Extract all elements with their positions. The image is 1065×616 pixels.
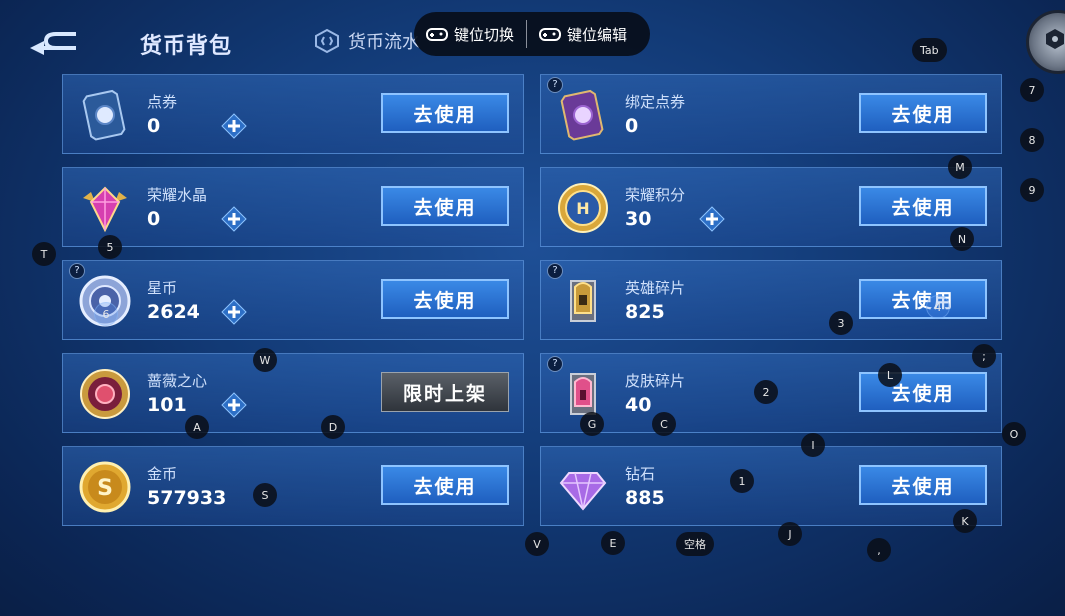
currency-card-bound-ticket: ? 绑定点券 0 去使用	[540, 74, 1002, 154]
currency-amount: 885	[625, 487, 665, 509]
currency-amount: 0	[147, 208, 161, 230]
key-switch-button[interactable]: 键位切换	[414, 24, 526, 45]
plus-icon[interactable]	[221, 113, 247, 139]
plus-icon[interactable]	[221, 206, 247, 232]
currency-amount: 101	[147, 394, 187, 416]
key-hint-space[interactable]: 空格	[676, 532, 714, 556]
currency-amount: 30	[625, 208, 652, 230]
currency-amount: 0	[625, 115, 639, 137]
key-hint-9[interactable]: 9	[1020, 178, 1044, 202]
plus-icon[interactable]	[221, 299, 247, 325]
key-hint-7[interactable]: 7	[1020, 78, 1044, 102]
key-hint-o[interactable]: O	[1002, 422, 1026, 446]
key-hint-w[interactable]: W	[253, 348, 277, 372]
key-hint-n[interactable]: N	[950, 227, 974, 251]
limited-time-button[interactable]: 限时上架	[381, 372, 509, 412]
key-hint-4[interactable]: 4	[926, 295, 950, 319]
currency-name: 钻石	[625, 465, 656, 483]
key-hint-s[interactable]: S	[253, 483, 277, 507]
gold-coin-icon: S	[79, 461, 131, 513]
currency-amount: 0	[147, 115, 161, 137]
key-edit-button[interactable]: 键位编辑	[527, 24, 639, 45]
currency-name: 荣耀水晶	[147, 186, 208, 204]
use-button[interactable]: 去使用	[381, 186, 509, 226]
currency-name: 星币	[147, 279, 178, 297]
key-hint-c[interactable]: C	[652, 412, 676, 436]
flow-icon	[315, 28, 339, 54]
key-hint-d[interactable]: D	[321, 415, 345, 439]
key-hint-j[interactable]: J	[778, 522, 802, 546]
use-button[interactable]: 去使用	[381, 93, 509, 133]
key-hint-e[interactable]: E	[601, 531, 625, 555]
currency-card-glory-points: H 荣耀积分 30 去使用	[540, 167, 1002, 247]
currency-card-rose-heart: 蔷薇之心 101 限时上架	[62, 353, 524, 433]
key-hint-i[interactable]: I	[801, 433, 825, 457]
svg-text:H: H	[576, 199, 589, 218]
key-hint-2[interactable]: 2	[754, 380, 778, 404]
rose-heart-icon	[80, 369, 130, 419]
use-button[interactable]: 去使用	[859, 186, 987, 226]
key-hint-m[interactable]: M	[948, 155, 972, 179]
plus-icon[interactable]	[221, 392, 247, 418]
page-title: 货币背包	[140, 34, 233, 59]
currency-card-glory-crystal: 荣耀水晶 0 去使用	[62, 167, 524, 247]
key-hint-k[interactable]: K	[953, 509, 977, 533]
ticket-icon	[82, 89, 126, 141]
glory-crystal-icon	[83, 186, 127, 233]
currency-card-ticket: 点券 0 去使用	[62, 74, 524, 154]
key-hint-3[interactable]: 3	[829, 311, 853, 335]
currency-name: 绑定点券	[625, 93, 686, 111]
settings-button[interactable]	[1026, 10, 1065, 74]
svg-text:S: S	[97, 476, 113, 501]
key-hint-8[interactable]: 8	[1020, 128, 1044, 152]
currency-name: 点券	[147, 93, 178, 111]
currency-card-gold-coin: S 金币 577933 去使用	[62, 446, 524, 526]
use-button[interactable]: 去使用	[381, 465, 509, 505]
key-hint-a[interactable]: A	[185, 415, 209, 439]
currency-name: 英雄碎片	[625, 279, 686, 297]
currency-card-diamond: 钻石 885 去使用	[540, 446, 1002, 526]
currency-name: 蔷薇之心	[147, 372, 208, 390]
currency-amount: 40	[625, 394, 652, 416]
key-hint-semicolon[interactable]: ;	[972, 344, 996, 368]
use-button[interactable]: 去使用	[859, 279, 987, 319]
currency-amount: 577933	[147, 487, 227, 509]
use-button[interactable]: 去使用	[381, 279, 509, 319]
bound-ticket-icon	[560, 89, 604, 141]
glory-points-icon: H	[558, 183, 608, 233]
key-hint-1[interactable]: 1	[730, 469, 754, 493]
key-hint-tab[interactable]: Tab	[912, 38, 947, 62]
key-hint-5[interactable]: 5	[98, 235, 122, 259]
currency-card-star-coin: ? 星币 2624 去使用	[62, 260, 524, 340]
key-hint-l[interactable]: L	[878, 363, 902, 387]
skin-fragment-icon	[570, 373, 596, 415]
currency-amount: 2624	[147, 301, 200, 323]
use-button[interactable]: 去使用	[859, 465, 987, 505]
key-mapping-bar: 键位切换 键位编辑	[414, 12, 650, 56]
back-arrow-icon	[30, 32, 76, 55]
key-hint-g[interactable]: G	[580, 412, 604, 436]
flow-tab-label: 货币流水	[348, 32, 420, 53]
currency-amount: 825	[625, 301, 665, 323]
currency-name: 荣耀积分	[625, 186, 686, 204]
currency-name: 皮肤碎片	[625, 372, 686, 390]
hero-fragment-icon	[570, 280, 596, 322]
key-hint-comma[interactable]: ,	[867, 538, 891, 562]
diamond-icon	[559, 472, 607, 511]
currency-flow-tab[interactable]: 货币流水	[314, 28, 420, 54]
key-edit-label: 键位编辑	[567, 25, 628, 44]
key-hint-v[interactable]: V	[525, 532, 549, 556]
currency-name: 金币	[147, 465, 178, 483]
top-bar: 货币背包 货币流水 键位切换 键位编辑	[0, 0, 1065, 74]
plus-icon[interactable]	[699, 206, 725, 232]
key-hint-6[interactable]: 6	[94, 302, 118, 326]
use-button[interactable]: 去使用	[859, 93, 987, 133]
back-button[interactable]	[26, 28, 82, 56]
key-switch-label: 键位切换	[454, 25, 515, 44]
gamepad-icon	[426, 28, 448, 41]
gamepad-icon	[539, 28, 562, 41]
hexagon-icon	[1046, 29, 1064, 49]
key-hint-t[interactable]: T	[32, 242, 56, 266]
